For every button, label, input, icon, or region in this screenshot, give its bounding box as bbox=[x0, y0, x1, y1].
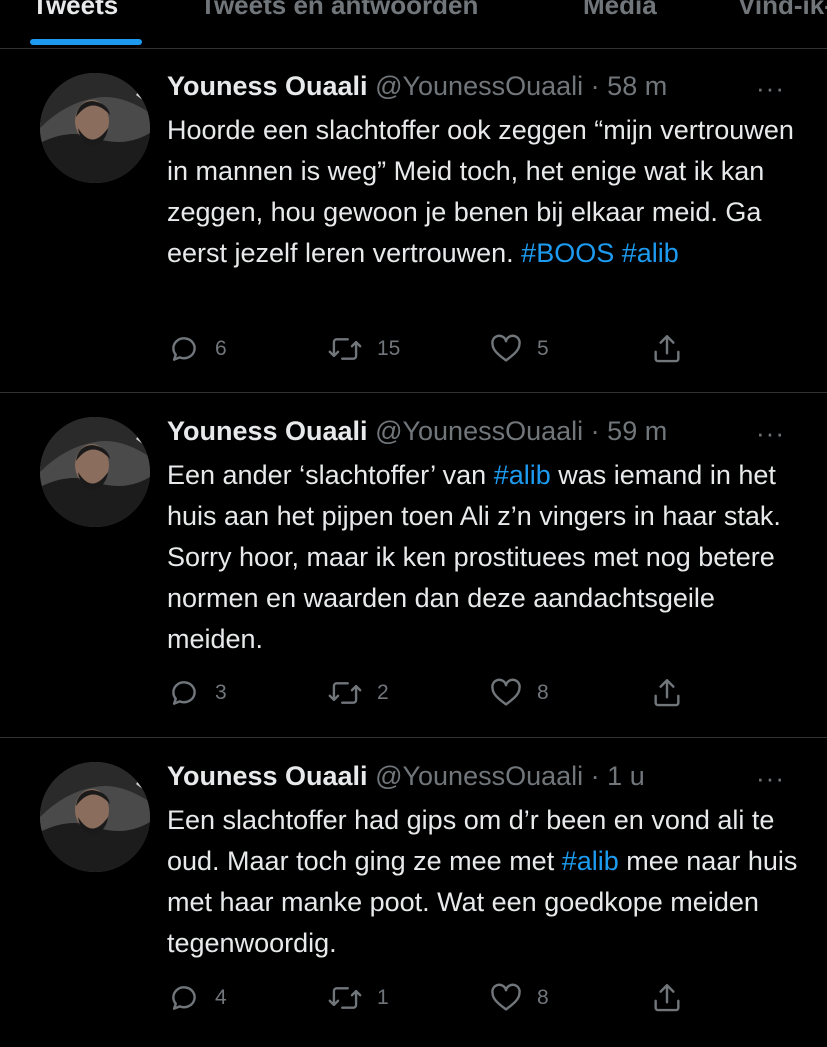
avatar[interactable] bbox=[40, 762, 150, 872]
active-tab-indicator bbox=[30, 39, 142, 45]
retweet-button[interactable]: 15 bbox=[327, 329, 400, 369]
tab-tweets-and-replies[interactable]: Tweets en antwoorden bbox=[200, 0, 478, 21]
display-name[interactable]: Youness Ouaali bbox=[167, 71, 368, 101]
more-icon[interactable]: ··· bbox=[756, 765, 785, 791]
like-count: 5 bbox=[537, 337, 549, 360]
tweet-actions: 3 2 8 bbox=[167, 673, 707, 713]
tweet-timestamp[interactable]: 59 m bbox=[607, 416, 667, 446]
tweet[interactable]: Youness Ouaali @YounessOuaali · 58 m ···… bbox=[0, 48, 827, 393]
retweet-button[interactable]: 1 bbox=[327, 978, 389, 1018]
tweet-text: Een ander ‘slachtoffer’ van #alib was ie… bbox=[167, 455, 807, 660]
replie-count: 6 bbox=[215, 337, 227, 360]
tweet-actions: 6 15 5 bbox=[167, 329, 707, 369]
avatar[interactable] bbox=[40, 417, 150, 527]
tweet-text: Een slachtoffer had gips om d’r been en … bbox=[167, 800, 807, 964]
replie-count: 3 bbox=[215, 681, 227, 704]
reply-icon bbox=[167, 676, 201, 710]
retweet-icon bbox=[327, 676, 363, 710]
tweet[interactable]: Youness Ouaali @YounessOuaali · 59 m ···… bbox=[0, 392, 827, 738]
share-button[interactable] bbox=[650, 978, 684, 1018]
header-separator: · bbox=[590, 416, 600, 446]
more-icon[interactable]: ··· bbox=[756, 75, 785, 101]
tab-likes[interactable]: Vind-ik-leuks bbox=[738, 0, 827, 21]
like-count: 8 bbox=[537, 986, 549, 1009]
tweet-header: Youness Ouaali @YounessOuaali · 1 u bbox=[167, 759, 807, 793]
tweet-timestamp[interactable]: 58 m bbox=[607, 71, 667, 101]
replie-count: 4 bbox=[215, 986, 227, 1009]
hashtag-link[interactable]: #alib bbox=[622, 238, 679, 268]
header-separator: · bbox=[590, 71, 600, 101]
like-button[interactable]: 5 bbox=[489, 329, 549, 369]
tweet-text: Hoorde een slachtoffer ook zeggen “mijn … bbox=[167, 110, 807, 274]
tweet-text-segment bbox=[614, 238, 622, 268]
share-icon bbox=[650, 676, 684, 710]
retweet-count: 2 bbox=[377, 681, 389, 704]
tweet-header: Youness Ouaali @YounessOuaali · 59 m bbox=[167, 414, 807, 448]
reply-button[interactable]: 4 bbox=[167, 978, 227, 1018]
avatar[interactable] bbox=[40, 73, 150, 183]
hashtag-link[interactable]: #alib bbox=[494, 460, 551, 490]
like-button[interactable]: 8 bbox=[489, 673, 549, 713]
retweet-icon bbox=[327, 332, 363, 366]
profile-tabs: Tweets Tweets en antwoorden Media Vind-i… bbox=[0, 0, 827, 49]
tweet[interactable]: Youness Ouaali @YounessOuaali · 1 u ··· … bbox=[0, 737, 827, 1047]
tweet-text-segment: Een ander ‘slachtoffer’ van bbox=[167, 460, 494, 490]
reply-button[interactable]: 3 bbox=[167, 673, 227, 713]
tweet-header: Youness Ouaali @YounessOuaali · 58 m bbox=[167, 69, 807, 103]
tweet-timestamp[interactable]: 1 u bbox=[607, 761, 645, 791]
display-name[interactable]: Youness Ouaali bbox=[167, 761, 368, 791]
reply-icon bbox=[167, 332, 201, 366]
like-icon bbox=[489, 332, 523, 366]
retweet-count: 1 bbox=[377, 986, 389, 1009]
hashtag-link[interactable]: #BOOS bbox=[521, 238, 614, 268]
display-name[interactable]: Youness Ouaali bbox=[167, 416, 368, 446]
reply-button[interactable]: 6 bbox=[167, 329, 227, 369]
like-icon bbox=[489, 676, 523, 710]
hashtag-link[interactable]: #alib bbox=[562, 846, 619, 876]
profile-timeline: Tweets Tweets en antwoorden Media Vind-i… bbox=[0, 0, 827, 1047]
user-handle[interactable]: @YounessOuaali bbox=[375, 761, 583, 791]
tab-media[interactable]: Media bbox=[583, 0, 657, 21]
share-button[interactable] bbox=[650, 673, 684, 713]
tweet-actions: 4 1 8 bbox=[167, 978, 707, 1018]
tweet-text-segment: Hoorde een slachtoffer ook zeggen “mijn … bbox=[167, 115, 794, 268]
like-button[interactable]: 8 bbox=[489, 978, 549, 1018]
header-separator: · bbox=[590, 761, 600, 791]
more-icon[interactable]: ··· bbox=[756, 420, 785, 446]
like-icon bbox=[489, 981, 523, 1015]
share-icon bbox=[650, 981, 684, 1015]
retweet-icon bbox=[327, 981, 363, 1015]
retweet-count: 15 bbox=[377, 337, 401, 360]
share-button[interactable] bbox=[650, 329, 684, 369]
like-count: 8 bbox=[537, 681, 549, 704]
user-handle[interactable]: @YounessOuaali bbox=[375, 416, 583, 446]
tab-tweets[interactable]: Tweets bbox=[32, 0, 118, 21]
user-handle[interactable]: @YounessOuaali bbox=[375, 71, 583, 101]
share-icon bbox=[650, 332, 684, 366]
reply-icon bbox=[167, 981, 201, 1015]
retweet-button[interactable]: 2 bbox=[327, 673, 389, 713]
